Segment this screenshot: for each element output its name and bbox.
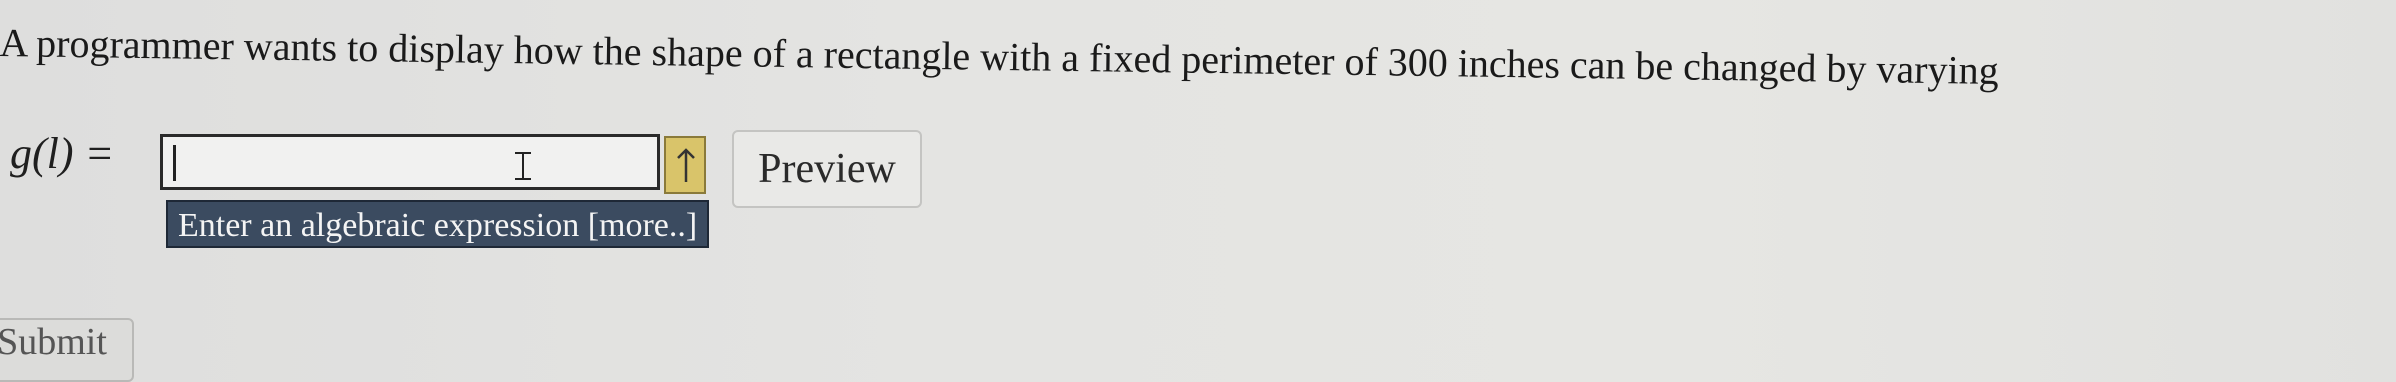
submit-button[interactable]: Submit	[0, 318, 134, 382]
text-cursor-icon	[515, 152, 531, 180]
question-text: A programmer wants to display how the sh…	[0, 19, 1999, 93]
function-label: g(l) =	[10, 129, 115, 178]
preview-button[interactable]: Preview	[732, 130, 922, 208]
text-caret	[173, 145, 176, 181]
answer-help-tab[interactable]	[664, 136, 706, 194]
input-help-tooltip: Enter an algebraic expression [more..]	[166, 200, 710, 248]
up-arrow-icon	[677, 148, 695, 182]
expression-input[interactable]	[160, 134, 660, 190]
